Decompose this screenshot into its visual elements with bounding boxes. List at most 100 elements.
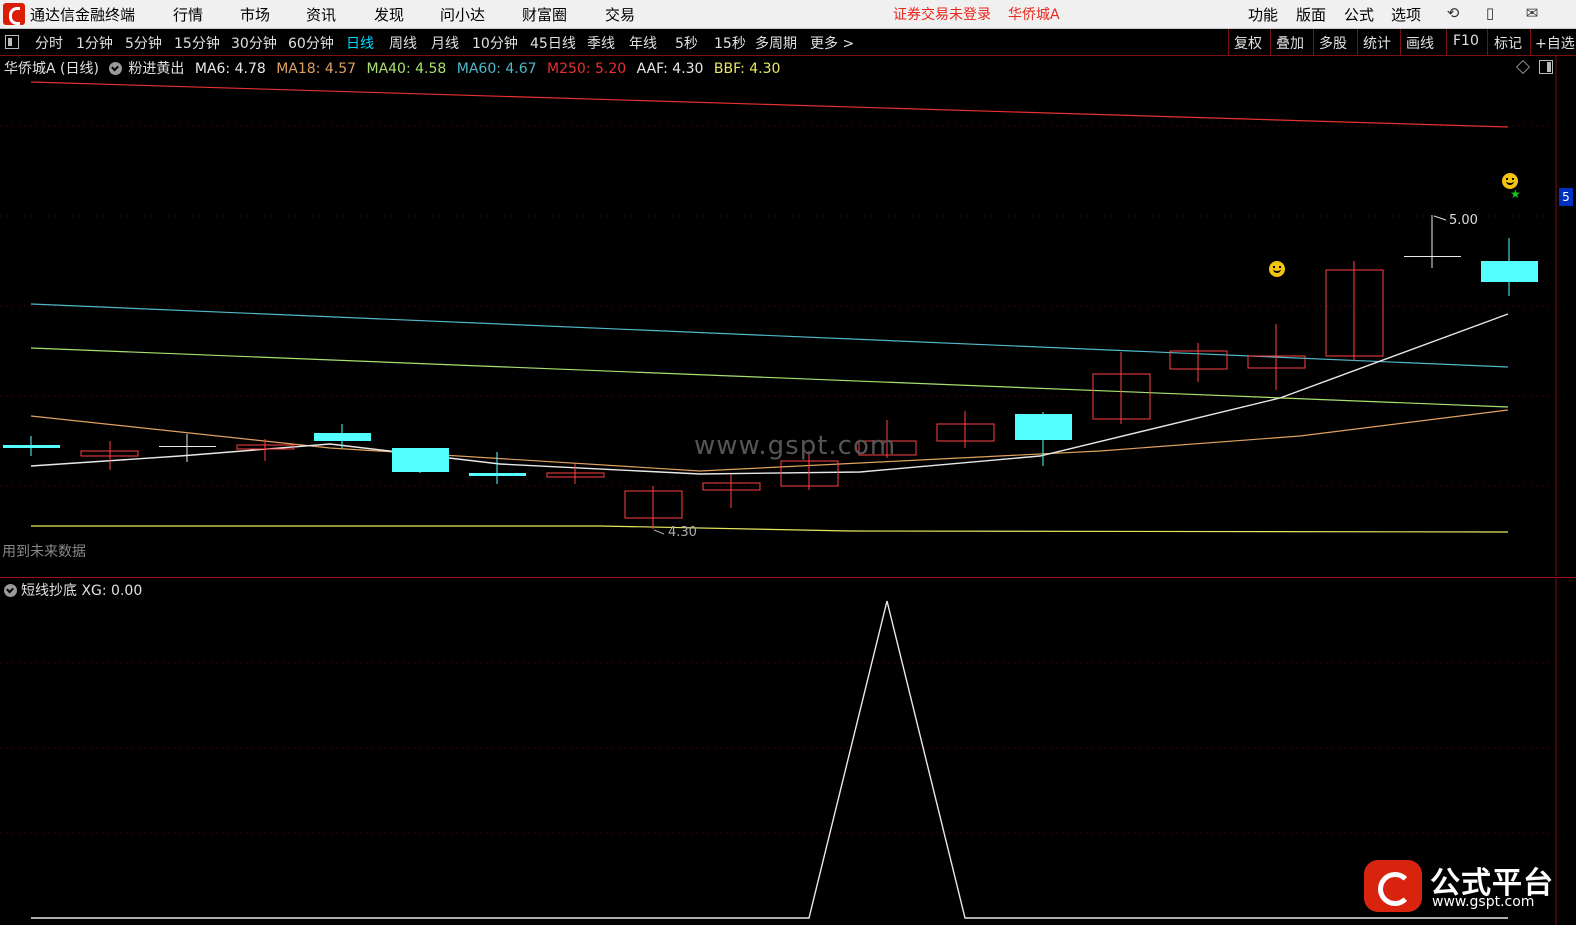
indicator-aaf: AAF: 4.30 <box>636 61 704 77</box>
menu-item-wenxiaoda[interactable]: 问小达 <box>440 4 485 25</box>
toolbar-divider <box>1270 29 1271 55</box>
menu-item-zixun[interactable]: 资讯 <box>306 4 336 25</box>
indicator-ma40: MA40: 4.58 <box>366 61 447 77</box>
candle <box>1481 238 1538 296</box>
period-daily[interactable]: 日线 <box>346 33 374 53</box>
watermark: www.gspt.com <box>694 431 897 461</box>
tool-huaxian[interactable]: 画线 <box>1406 33 1434 53</box>
menu-item-banmian[interactable]: 版面 <box>1296 4 1326 25</box>
tool-duogu[interactable]: 多股 <box>1319 33 1347 53</box>
menu-bar: 通达信金融终端 行情 市场 资讯 发现 问小达 财富圈 交易 证券交易未登录 华… <box>0 0 1576 29</box>
menu-item-hangqing[interactable]: 行情 <box>173 4 203 25</box>
menu-item-shichang[interactable]: 市场 <box>240 4 270 25</box>
sub-indicator-canvas[interactable] <box>0 578 1576 925</box>
toolbar-divider <box>1487 29 1488 55</box>
indicator-name[interactable]: 粉进黄出 <box>128 61 184 77</box>
trade-login-status[interactable]: 证券交易未登录 <box>893 4 991 24</box>
current-stock-name: 华侨城A <box>1008 7 1060 23</box>
toolbar-divider <box>1400 29 1401 55</box>
period-quarterly[interactable]: 季线 <box>587 33 615 53</box>
period-5sec[interactable]: 5秒 <box>675 33 698 53</box>
candle <box>1325 261 1384 361</box>
mail-icon[interactable]: ✉ <box>1523 4 1541 22</box>
period-15sec[interactable]: 15秒 <box>714 33 746 53</box>
period-30min[interactable]: 30分钟 <box>231 33 277 53</box>
toolbar-divider <box>1357 29 1358 55</box>
tool-biaoji[interactable]: 标记 <box>1494 33 1522 53</box>
tool-f10[interactable]: F10 <box>1453 33 1479 49</box>
candle <box>936 411 995 448</box>
sub-indicator-title[interactable]: 短线抄底 <box>21 583 77 599</box>
sub-indicator-value: XG: 0.00 <box>81 583 143 599</box>
indicator-ma60: MA60: 4.67 <box>456 61 537 77</box>
menu-item-xuanxiang[interactable]: 选项 <box>1391 4 1421 25</box>
candle <box>624 486 683 529</box>
period-10min[interactable]: 10分钟 <box>472 33 518 53</box>
candle <box>80 441 139 470</box>
sub-indicator-info: 短线抄底 XG: 0.00 <box>4 580 142 600</box>
period-multi[interactable]: 多周期 <box>755 33 797 53</box>
toolbar-divider <box>1530 29 1531 55</box>
brand-mark-icon <box>1364 860 1422 912</box>
kline-chart-panel[interactable]: 华侨城A (日线) 粉进黄出 MA6: 4.78 MA18: 4.57 MA40… <box>0 56 1576 576</box>
menu-item-faxian[interactable]: 发现 <box>374 4 404 25</box>
brand-logo: 公式平台 www.gspt.com <box>1364 856 1576 924</box>
ma40-line <box>30 347 1509 408</box>
toolbar-divider <box>1446 29 1447 55</box>
high-marker <box>1433 215 1447 221</box>
candle <box>1247 324 1306 390</box>
tool-fuquan[interactable]: 复权 <box>1234 33 1262 53</box>
period-5min[interactable]: 5分钟 <box>125 33 162 53</box>
indicator-info-bar: 华侨城A (日线) 粉进黄出 MA6: 4.78 MA18: 4.57 MA40… <box>4 58 786 78</box>
candle <box>159 434 216 462</box>
formula-settings-icon[interactable] <box>109 62 123 75</box>
period-toolbar: 分时 1分钟 5分钟 15分钟 30分钟 60分钟 日线 周线 月线 10分钟 … <box>0 29 1576 56</box>
smiley-icon <box>1269 261 1285 277</box>
app-title: 通达信金融终端 <box>30 6 136 24</box>
candle <box>702 474 761 508</box>
brand-url: www.gspt.com <box>1432 894 1535 910</box>
toolbar-divider <box>1228 29 1229 55</box>
period-more[interactable]: 更多 > <box>810 33 854 53</box>
indicator-ma6: MA6: 4.78 <box>194 61 266 77</box>
right-axis-tag: 5 <box>1559 188 1573 206</box>
indicator-m250: M250: 5.20 <box>547 61 627 77</box>
toolbar-divider <box>1313 29 1314 55</box>
panel-layout-icon[interactable] <box>1539 60 1553 74</box>
period-45day[interactable]: 45日线 <box>530 33 576 53</box>
kline-chart-canvas[interactable] <box>0 56 1576 576</box>
candle <box>1169 343 1228 382</box>
low-marker <box>653 529 665 535</box>
app-logo-icon <box>3 3 25 25</box>
period-monthly[interactable]: 月线 <box>431 33 459 53</box>
candle <box>392 448 449 473</box>
period-yearly[interactable]: 年线 <box>629 33 657 53</box>
phone-icon[interactable]: ▯ <box>1481 4 1499 22</box>
tool-tongji[interactable]: 统计 <box>1363 33 1391 53</box>
period-15min[interactable]: 15分钟 <box>174 33 220 53</box>
indicator-bbf: BBF: 4.30 <box>713 61 781 77</box>
tool-diejia[interactable]: 叠加 <box>1276 33 1304 53</box>
sub-indicator-panel[interactable]: 短线抄底 XG: 0.00 <box>0 577 1576 925</box>
panel-toggle-icon[interactable] <box>5 35 19 49</box>
candle <box>1092 352 1151 424</box>
menu-item-jiaoyi[interactable]: 交易 <box>605 4 635 25</box>
candle-group <box>3 215 1538 529</box>
future-data-note: 用到未来数据 <box>2 544 86 560</box>
candle <box>236 439 295 461</box>
refresh-icon[interactable]: ⟲ <box>1444 4 1462 22</box>
xg-signal-line <box>31 600 1508 919</box>
period-1min[interactable]: 1分钟 <box>76 33 113 53</box>
menu-item-gongshi[interactable]: 公式 <box>1344 4 1374 25</box>
tool-zixuan[interactable]: +自选 <box>1535 33 1575 53</box>
sub-grid-lines <box>0 662 1556 834</box>
indicator-ma18: MA18: 4.57 <box>276 61 357 77</box>
menu-item-gongneng[interactable]: 功能 <box>1248 4 1278 25</box>
period-fenshi[interactable]: 分时 <box>35 33 63 53</box>
m250-line <box>30 81 1509 128</box>
stock-period-label[interactable]: 华侨城A (日线) <box>4 61 99 77</box>
formula-settings-icon[interactable] <box>4 584 17 597</box>
period-weekly[interactable]: 周线 <box>389 33 417 53</box>
period-60min[interactable]: 60分钟 <box>288 33 334 53</box>
menu-item-caifuquan[interactable]: 财富圈 <box>522 4 567 25</box>
